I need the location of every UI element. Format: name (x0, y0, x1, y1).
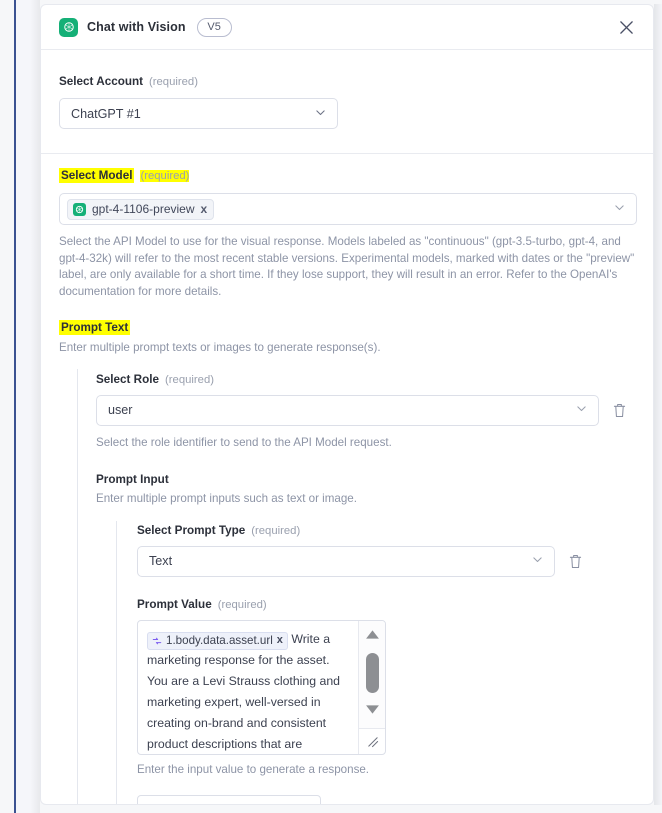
select-model-required: (required) (140, 170, 190, 182)
panel-header: Chat with Vision V5 (41, 5, 653, 50)
select-role-helper: Select the role identifier to send to th… (96, 435, 392, 449)
prompt-text-label-row: Prompt Text (59, 320, 635, 335)
version-badge[interactable]: V5 (196, 17, 232, 37)
app-stage: Chat with Vision V5 Select Account (requ… (0, 0, 662, 813)
variable-token-icon (152, 637, 162, 644)
add-prompt-input-button[interactable]: plus-icon Add Prompt Input (137, 795, 321, 804)
prompt-input-helper: Enter multiple prompt inputs such as tex… (96, 492, 357, 505)
prompt-value-required: (required) (217, 598, 267, 611)
prompt-type-row: Text (137, 545, 635, 577)
model-chip[interactable]: gpt-4-1106-preview x (67, 198, 215, 220)
prompt-input-label: Prompt Input (96, 473, 169, 486)
close-icon[interactable] (616, 17, 637, 38)
chat-with-vision-panel: Chat with Vision V5 Select Account (requ… (40, 4, 654, 805)
variable-token-remove-icon[interactable]: x (277, 630, 283, 651)
prompt-value-label: Prompt Value (137, 597, 212, 611)
prompt-text-group: Select Role (required) user Select the r… (77, 368, 635, 804)
prompt-value-textarea[interactable]: 1.body.data.asset.url x Write a marketin… (137, 619, 386, 755)
delete-prompt-input-button[interactable] (565, 550, 585, 572)
select-account-required: (required) (149, 76, 198, 88)
select-role-row: user (96, 394, 635, 426)
plus-icon: plus-icon (150, 802, 206, 804)
chevron-down-icon (613, 201, 626, 217)
right-gutter (654, 4, 662, 805)
model-chip-label: gpt-4-1106-preview (92, 202, 195, 216)
select-role-required: (required) (165, 373, 214, 386)
textarea-scrollbar[interactable] (358, 620, 385, 728)
select-role-label: Select Role (96, 372, 160, 386)
select-role-label-row: Select Role (required) (96, 373, 635, 386)
prompt-value-label-row: Prompt Value (required) (137, 598, 635, 611)
select-model-section: Select Model (required) gpt-4-1106-previ… (41, 154, 653, 300)
variable-token-label: 1.body.data.asset.url (166, 634, 273, 647)
select-account-section: Select Account (required) ChatGPT #1 (41, 50, 653, 153)
resize-grip-icon[interactable] (358, 727, 385, 754)
prompt-input-group: Select Prompt Type (required) Text Promp… (116, 520, 635, 804)
scrollbar-thumb[interactable] (365, 652, 379, 693)
variable-token-chip[interactable]: 1.body.data.asset.url x (147, 630, 288, 651)
prompt-text-helper: Enter multiple prompt texts or images to… (59, 341, 381, 354)
add-prompt-input-row: plus-icon Add Prompt Input (137, 795, 635, 804)
select-account-value: ChatGPT #1 (71, 106, 141, 121)
add-prompt-input-label: Add Prompt Input (213, 802, 308, 804)
openai-logo-icon (73, 202, 86, 216)
prompt-text-section: Prompt Text Enter multiple prompt texts … (41, 300, 653, 804)
prompt-type-required: (required) (251, 524, 301, 537)
select-model-dropdown[interactable]: gpt-4-1106-preview x (59, 193, 637, 225)
triangle-down-icon[interactable] (365, 702, 380, 720)
prompt-value-helper: Enter the input value to generate a resp… (137, 762, 370, 776)
triangle-up-icon[interactable] (365, 627, 380, 645)
panel-title: Chat with Vision (87, 20, 186, 34)
select-account-dropdown[interactable]: ChatGPT #1 (59, 98, 338, 129)
select-prompt-type-dropdown[interactable]: Text (137, 545, 555, 577)
prompt-input-label-row: Prompt Input (96, 473, 635, 486)
chevron-down-icon (575, 402, 588, 418)
select-model-helper: Select the API Model to use for the visu… (59, 235, 635, 298)
prompt-type-label: Select Prompt Type (137, 523, 246, 537)
select-model-label-row: Select Model (required) (59, 168, 635, 183)
model-chip-remove-icon[interactable]: x (201, 203, 208, 215)
prompt-value-text: Write a marketing response for the asset… (147, 631, 341, 751)
prompt-text-label: Prompt Text (59, 320, 131, 335)
openai-logo-icon (59, 17, 78, 37)
chevron-down-icon (531, 553, 544, 569)
select-account-label: Select Account (59, 75, 143, 88)
select-account-label-row: Select Account (required) (59, 75, 635, 88)
select-prompt-type-value: Text (149, 554, 173, 568)
chevron-down-icon (314, 106, 327, 122)
left-gutter (16, 0, 40, 813)
panel-body: Select Account (required) ChatGPT #1 Sel… (41, 50, 653, 804)
select-model-label: Select Model (59, 168, 135, 183)
select-role-dropdown[interactable]: user (96, 394, 599, 426)
prompt-value-content[interactable]: 1.body.data.asset.url x Write a marketin… (138, 621, 357, 754)
select-role-value: user (108, 403, 133, 417)
prompt-type-label-row: Select Prompt Type (required) (137, 524, 635, 537)
delete-prompt-text-button[interactable] (609, 399, 629, 421)
prompt-input-section: Prompt Input Enter multiple prompt input… (96, 473, 635, 804)
prompt-value-section: Prompt Value (required) 1.body.data.asse… (137, 598, 635, 779)
